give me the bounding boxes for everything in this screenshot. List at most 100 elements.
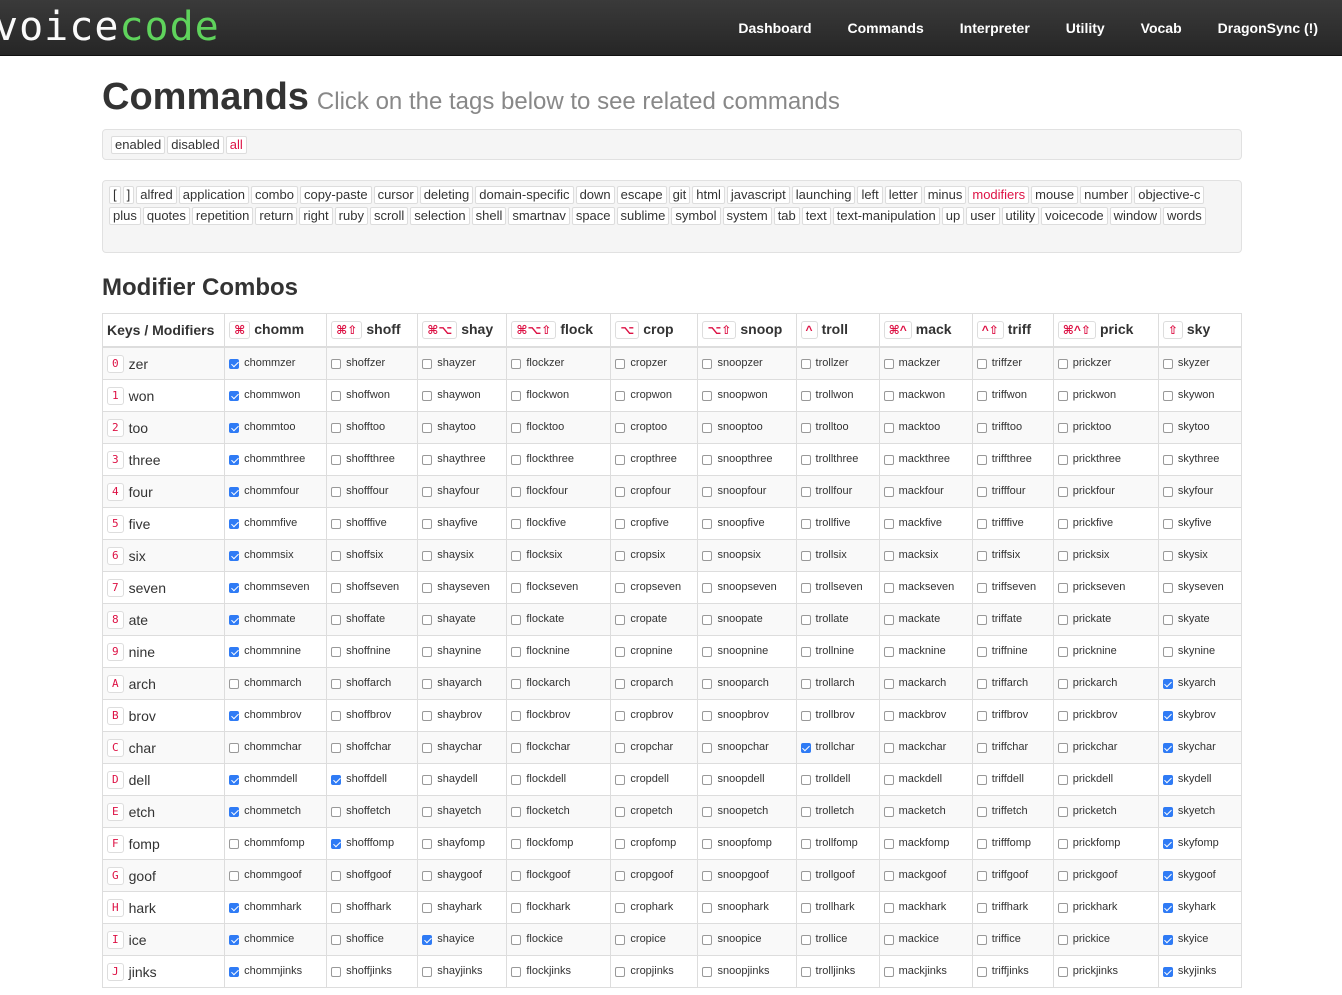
enable-checkbox[interactable] [883,614,894,625]
enable-checkbox[interactable] [702,422,713,433]
tag-filter[interactable]: tab [773,207,800,225]
enable-checkbox[interactable] [1162,454,1173,465]
nav-dashboard[interactable]: Dashboard [720,0,829,55]
enable-checkbox[interactable] [1162,774,1173,785]
enable-checkbox[interactable] [976,838,987,849]
tag-filter[interactable]: scroll [369,207,409,225]
enable-checkbox[interactable] [229,486,240,497]
enable-checkbox[interactable] [1162,358,1173,369]
enable-checkbox[interactable] [422,358,433,369]
enable-checkbox[interactable] [1162,550,1173,561]
nav-interpreter[interactable]: Interpreter [942,0,1048,55]
enable-checkbox[interactable] [1057,678,1068,689]
nav-vocab[interactable]: Vocab [1123,0,1200,55]
enable-checkbox[interactable] [331,774,342,785]
tag-filter[interactable]: html [692,186,725,204]
tag-filter[interactable]: voicecode [1041,207,1108,225]
enable-checkbox[interactable] [883,422,894,433]
enable-checkbox[interactable] [702,870,713,881]
enable-checkbox[interactable] [1057,934,1068,945]
tag-filter[interactable]: down [575,186,615,204]
enable-checkbox[interactable] [229,838,240,849]
enable-checkbox[interactable] [702,582,713,593]
enable-checkbox[interactable] [422,550,433,561]
enable-checkbox[interactable] [331,838,342,849]
enable-checkbox[interactable] [1057,838,1068,849]
enable-checkbox[interactable] [702,678,713,689]
enable-checkbox[interactable] [229,710,240,721]
enable-checkbox[interactable] [615,870,626,881]
enable-checkbox[interactable] [800,550,811,561]
enable-checkbox[interactable] [1162,806,1173,817]
tag-filter[interactable]: space [571,207,615,225]
enable-checkbox[interactable] [1162,422,1173,433]
enable-checkbox[interactable] [615,422,626,433]
enable-checkbox[interactable] [800,582,811,593]
voicecode-logo[interactable]: voicecode [0,6,220,48]
nav-dragonsync[interactable]: DragonSync (!) [1200,0,1336,55]
tag-filter[interactable]: git [668,186,691,204]
enable-checkbox[interactable] [511,358,522,369]
enable-checkbox[interactable] [511,454,522,465]
enable-checkbox[interactable] [422,806,433,817]
enable-checkbox[interactable] [615,358,626,369]
enable-checkbox[interactable] [422,838,433,849]
enable-checkbox[interactable] [800,422,811,433]
tag-filter[interactable]: domain-specific [475,186,574,204]
enable-checkbox[interactable] [702,390,713,401]
enable-checkbox[interactable] [511,870,522,881]
enable-checkbox[interactable] [422,454,433,465]
enable-checkbox[interactable] [976,902,987,913]
enable-checkbox[interactable] [615,902,626,913]
enable-checkbox[interactable] [883,710,894,721]
enable-checkbox[interactable] [511,806,522,817]
enable-checkbox[interactable] [1057,454,1068,465]
enable-checkbox[interactable] [229,966,240,977]
enable-checkbox[interactable] [800,902,811,913]
enable-checkbox[interactable] [1057,806,1068,817]
enable-checkbox[interactable] [229,390,240,401]
enable-checkbox[interactable] [1057,774,1068,785]
enable-checkbox[interactable] [702,966,713,977]
tag-filter[interactable]: repetition [191,207,254,225]
enable-checkbox[interactable] [1162,646,1173,657]
enable-checkbox[interactable] [1057,646,1068,657]
tag-filter[interactable]: copy-paste [299,186,372,204]
enable-checkbox[interactable] [331,358,342,369]
enable-checkbox[interactable] [702,934,713,945]
enable-checkbox[interactable] [422,678,433,689]
enable-checkbox[interactable] [800,838,811,849]
tag-filter[interactable]: system [722,207,772,225]
enable-checkbox[interactable] [702,518,713,529]
enable-checkbox[interactable] [883,518,894,529]
enable-checkbox[interactable] [883,870,894,881]
enable-checkbox[interactable] [615,934,626,945]
enable-checkbox[interactable] [1057,742,1068,753]
tag-filter[interactable]: quotes [142,207,190,225]
tag-filter[interactable]: application [178,186,249,204]
enable-checkbox[interactable] [1162,518,1173,529]
enable-checkbox[interactable] [331,710,342,721]
enable-checkbox[interactable] [800,390,811,401]
enable-checkbox[interactable] [615,550,626,561]
tag-filter[interactable]: plus [109,207,141,225]
nav-utility[interactable]: Utility [1048,0,1123,55]
enable-checkbox[interactable] [976,550,987,561]
enable-checkbox[interactable] [422,934,433,945]
enable-checkbox[interactable] [1162,838,1173,849]
enable-checkbox[interactable] [1057,518,1068,529]
enable-checkbox[interactable] [702,710,713,721]
tag-filter[interactable]: right [299,207,333,225]
enable-checkbox[interactable] [615,614,626,625]
enable-checkbox[interactable] [883,934,894,945]
enable-checkbox[interactable] [615,582,626,593]
enable-checkbox[interactable] [800,870,811,881]
enable-checkbox[interactable] [1162,678,1173,689]
status-filter-all[interactable]: all [225,136,247,154]
enable-checkbox[interactable] [800,646,811,657]
enable-checkbox[interactable] [331,742,342,753]
enable-checkbox[interactable] [883,390,894,401]
enable-checkbox[interactable] [615,710,626,721]
enable-checkbox[interactable] [800,678,811,689]
tag-filter[interactable]: number [1080,186,1133,204]
